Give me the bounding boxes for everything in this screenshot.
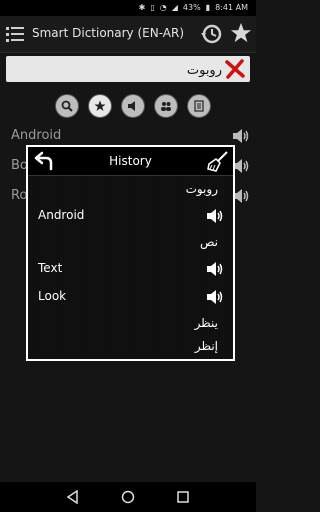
history-word: Android	[38, 208, 85, 222]
history-entry[interactable]: ينظر	[38, 314, 228, 334]
pronounce-mode-button[interactable]	[121, 94, 145, 118]
document-mode-button[interactable]	[187, 94, 211, 118]
dialog-title: History	[109, 154, 152, 168]
signal-icon: ◢	[171, 3, 178, 12]
status-icons: ✱ ▯ ◔ ◢ 43% ▮ 8:41 AM	[139, 3, 248, 12]
history-word: نص	[199, 235, 218, 249]
history-entry[interactable]: نص	[38, 233, 228, 253]
search-input[interactable]	[10, 59, 224, 81]
history-entry[interactable]: إنظر	[38, 337, 228, 357]
broom-clear-history-icon[interactable]	[207, 150, 229, 172]
vibrate-icon: ▯	[150, 3, 155, 12]
history-icon[interactable]	[200, 23, 222, 45]
list-item[interactable]: Ro	[11, 188, 27, 203]
list-item[interactable]: Android	[11, 128, 61, 143]
document-icon	[194, 100, 204, 112]
people-mode-button[interactable]	[154, 94, 178, 118]
wifi-icon: ◔	[159, 3, 167, 12]
clear-icon[interactable]	[224, 58, 246, 80]
battery-icon: ▮	[205, 3, 211, 12]
favorites-star-icon[interactable]	[230, 22, 252, 44]
menu-icon[interactable]	[6, 25, 24, 43]
history-entry[interactable]: Android	[38, 206, 228, 226]
history-word: Text	[38, 261, 63, 275]
battery-percent: 43%	[182, 3, 201, 12]
star-icon	[94, 100, 106, 111]
navigation-bar	[0, 482, 256, 512]
bluetooth-icon: ✱	[138, 3, 146, 12]
mode-buttons	[55, 94, 211, 118]
speaker-icon	[128, 101, 135, 111]
clock: 8:41 AM	[215, 3, 248, 12]
history-word: إنظر	[194, 339, 218, 353]
speaker-icon[interactable]	[206, 288, 224, 306]
status-bar: ✱ ▯ ◔ ◢ 43% ▮ 8:41 AM	[0, 0, 256, 16]
history-entry[interactable]: Text	[38, 259, 228, 279]
favorites-mode-button[interactable]	[88, 94, 112, 118]
history-entry[interactable]: Look	[38, 287, 228, 307]
home-nav-icon[interactable]	[121, 490, 135, 504]
speaker-icon[interactable]	[206, 260, 224, 278]
history-word: Look	[38, 289, 67, 303]
history-dialog: History روبوت Android نص Text Look ينظر …	[26, 145, 235, 361]
speaker-icon[interactable]	[232, 127, 250, 145]
search-box	[6, 56, 250, 82]
history-word: ينظر	[194, 316, 218, 330]
history-entry[interactable]: روبوت	[38, 180, 228, 200]
search-icon	[61, 100, 73, 112]
speaker-icon[interactable]	[206, 207, 224, 225]
app-bar: Smart Dictionary (EN-AR)	[0, 16, 256, 53]
search-mode-button[interactable]	[55, 94, 79, 118]
people-icon	[161, 102, 171, 111]
recents-nav-icon[interactable]	[176, 490, 190, 504]
history-word: روبوت	[185, 182, 218, 196]
back-nav-icon[interactable]	[66, 490, 80, 504]
app-title: Smart Dictionary (EN-AR)	[32, 26, 185, 40]
dialog-header: History	[28, 147, 233, 176]
